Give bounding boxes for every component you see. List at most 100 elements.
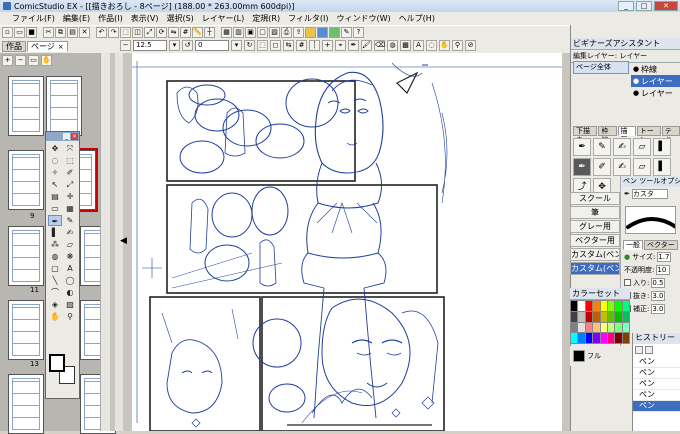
brush-icon[interactable]: ✍ [63, 227, 77, 238]
menu-help[interactable]: ヘルプ(H) [395, 13, 439, 24]
rotate-right-icon[interactable]: ↻ [244, 40, 255, 51]
rotate-icon[interactable]: ⟳ [156, 27, 167, 38]
color-swatch[interactable] [622, 311, 629, 322]
marker-icon[interactable]: ▌ [48, 227, 62, 238]
save-icon[interactable]: ■ [26, 27, 37, 38]
zoom-icon[interactable]: ⚲ [63, 311, 77, 322]
gradient-icon[interactable]: ▨ [63, 299, 77, 310]
redo-icon[interactable]: ↷ [108, 27, 119, 38]
preset-item[interactable]: ベクター用 [570, 234, 620, 247]
text-icon[interactable]: A [63, 263, 77, 274]
selection-pen-icon[interactable]: ✐ [63, 167, 77, 178]
color-swatch[interactable] [571, 333, 578, 343]
layer-row[interactable]: ● レイヤー [631, 87, 680, 99]
color-swatch[interactable] [600, 301, 607, 311]
lasso-icon[interactable]: ◌ [48, 155, 62, 166]
guide-toggle-icon[interactable]: + [322, 40, 333, 51]
delete-icon[interactable]: ✕ [79, 27, 90, 38]
preset-name-field[interactable]: カスタ [631, 188, 668, 199]
fit-window-icon[interactable]: ⬚ [257, 40, 268, 51]
current-color-swatch[interactable] [573, 350, 585, 362]
tab-tone[interactable]: トーン [636, 126, 661, 144]
tab-vector[interactable]: ベクター [644, 240, 678, 250]
menu-edit[interactable]: 編集(E) [59, 13, 94, 24]
shape-icon[interactable]: ▢ [48, 263, 62, 274]
dropper-tool-icon[interactable]: ⊘ [465, 40, 476, 51]
color-swatch[interactable] [578, 311, 585, 322]
fill-tool-icon[interactable]: ◍ [387, 40, 398, 51]
collapse-panel-icon[interactable]: ◀ [120, 236, 127, 246]
marker-alt-icon[interactable]: ▌ [653, 158, 671, 176]
fill-icon[interactable]: ◍ [48, 251, 62, 262]
zoom-tool-icon[interactable]: ⚲ [452, 40, 463, 51]
preset-item[interactable]: 筆 [570, 206, 620, 219]
tab-work[interactable]: 作品 [2, 41, 26, 52]
eraser-icon[interactable]: ▱ [63, 239, 77, 250]
color-swatch[interactable] [578, 301, 585, 311]
preview-icon[interactable]: ▣ [245, 27, 256, 38]
page-thumbnail[interactable] [46, 76, 82, 136]
rotate-left-icon[interactable]: ↺ [182, 40, 193, 51]
dodge-icon[interactable]: ◐ [63, 287, 77, 298]
copy-icon[interactable]: ⧉ [55, 27, 66, 38]
color-swatch[interactable] [615, 322, 622, 333]
ruler-tool-icon[interactable]: ▦ [63, 203, 77, 214]
close-icon[interactable]: × [71, 133, 78, 140]
material-icon[interactable] [305, 27, 316, 38]
taper-out-field[interactable]: 3.0 [651, 290, 666, 301]
color-swatch[interactable] [607, 311, 615, 322]
minimize-button[interactable]: _ [618, 1, 634, 11]
magic-wand-icon[interactable]: ✧ [48, 167, 62, 178]
pen-active-icon[interactable]: ✒ [573, 158, 591, 176]
zoom-field[interactable]: 12.5 [133, 40, 167, 51]
rotation-field[interactable]: 0 [195, 40, 229, 51]
color-swatch[interactable] [578, 322, 585, 333]
object-select-icon[interactable]: ↖ [48, 179, 62, 190]
text-tool-icon[interactable]: A [413, 40, 424, 51]
actual-size-icon[interactable]: ◻ [270, 40, 281, 51]
add-page-icon[interactable]: + [2, 55, 13, 66]
color-swatch[interactable] [585, 311, 593, 322]
paste-icon[interactable]: ▤ [67, 27, 78, 38]
ruler-toggle-icon[interactable]: ┆ [309, 40, 320, 51]
story-editor-icon[interactable]: ✎ [341, 27, 352, 38]
pen-sub-icon[interactable]: ✒ [573, 138, 591, 156]
chevron-down-icon[interactable]: ▾ [231, 40, 242, 51]
taper-in-field[interactable]: 0.5 [651, 277, 666, 288]
menu-ruler[interactable]: 定規(R) [248, 13, 284, 24]
page-panel-scrollbar[interactable] [100, 53, 110, 431]
color-swatch[interactable] [593, 301, 600, 311]
remove-page-icon[interactable]: − [15, 55, 26, 66]
color-swatch[interactable] [607, 322, 615, 333]
color-swatch[interactable] [571, 322, 578, 333]
tab-draw[interactable]: 描画 [617, 126, 636, 144]
color-swatch[interactable] [571, 311, 578, 322]
cut-icon[interactable]: ✂ [43, 27, 54, 38]
pencil-sub-icon[interactable]: ✎ [593, 138, 611, 156]
pattern-brush-icon[interactable]: ❋ [63, 251, 77, 262]
page-thumbnail[interactable] [8, 374, 44, 434]
color-swatch[interactable] [615, 333, 622, 343]
color-icon[interactable] [317, 27, 328, 38]
color-swatch[interactable] [571, 301, 578, 311]
manga-page[interactable] [132, 53, 562, 432]
menu-window[interactable]: ウィンドウ(W) [333, 13, 395, 24]
taper-in-checkbox[interactable] [624, 279, 631, 286]
history-item[interactable]: ペン [633, 357, 680, 368]
flip-icon[interactable]: ⇋ [168, 27, 179, 38]
invert-selection-icon[interactable]: ◫ [132, 27, 143, 38]
export-icon[interactable]: ⇪ [293, 27, 304, 38]
history-redo-icon[interactable] [645, 346, 653, 354]
window-layout-icon[interactable]: ▦ [221, 27, 232, 38]
brush-tool-icon[interactable]: 🖌 [361, 40, 372, 51]
history-item[interactable]: ペン [633, 390, 680, 401]
eye-icon[interactable]: ● [631, 76, 641, 87]
page-whole-button[interactable]: ページ全体 [573, 61, 629, 74]
ruler-icon[interactable]: 📏 [192, 27, 203, 38]
color-swatch[interactable] [615, 301, 622, 311]
color-swatch[interactable] [600, 333, 607, 343]
color-swatch[interactable] [593, 333, 600, 343]
tool-palette-header[interactable]: _ × [46, 132, 79, 141]
zoom-fit-icon[interactable]: ▧ [269, 27, 280, 38]
color-swatch[interactable] [622, 301, 629, 311]
